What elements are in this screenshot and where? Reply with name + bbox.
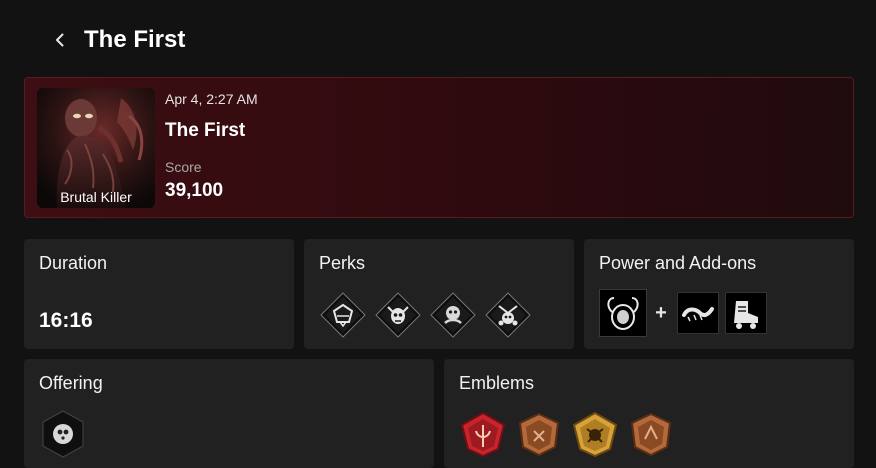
emblems-panel: Emblems bbox=[444, 359, 854, 468]
perk-icon[interactable] bbox=[429, 291, 477, 339]
emblem-iridescent-icon[interactable] bbox=[458, 409, 508, 459]
header: The First bbox=[48, 22, 185, 58]
perks-panel: Perks bbox=[304, 239, 574, 349]
emblems-title: Emblems bbox=[459, 373, 535, 393]
addon-icon[interactable] bbox=[677, 292, 719, 334]
addon-icon[interactable] bbox=[725, 292, 767, 334]
plus-sign: + bbox=[655, 301, 667, 324]
emblem-bronze-icon[interactable] bbox=[626, 409, 676, 459]
score-value: 39,100 bbox=[165, 180, 224, 201]
duration-panel: Duration 16:16 bbox=[24, 239, 294, 349]
emblem-list bbox=[458, 409, 676, 459]
emblem-gold-icon[interactable] bbox=[570, 409, 620, 459]
power-addons-title: Power and Add-ons bbox=[599, 253, 757, 273]
score-label: Score bbox=[165, 159, 202, 175]
match-date: Apr 4, 2:27 AM bbox=[165, 91, 258, 107]
offering-icon[interactable] bbox=[40, 409, 86, 459]
power-icon[interactable] bbox=[599, 289, 647, 337]
killer-portrait: Brutal Killer bbox=[37, 88, 155, 208]
duration-value: 16:16 bbox=[39, 309, 93, 332]
match-summary-card: Brutal Killer Apr 4, 2:27 AM The First S… bbox=[24, 77, 854, 218]
perk-icon[interactable] bbox=[319, 291, 367, 339]
chevron-left-icon[interactable] bbox=[52, 32, 68, 48]
portrait-caption: Brutal Killer bbox=[60, 189, 132, 205]
offering-title: Offering bbox=[39, 373, 103, 393]
perk-icon[interactable] bbox=[374, 291, 422, 339]
match-name: The First bbox=[165, 120, 246, 141]
perk-list bbox=[319, 291, 532, 339]
power-addon-list: + bbox=[599, 289, 767, 337]
power-addons-panel: Power and Add-ons + bbox=[584, 239, 854, 349]
perk-icon[interactable] bbox=[484, 291, 532, 339]
back-button[interactable] bbox=[48, 28, 72, 52]
page-title: The First bbox=[84, 26, 186, 53]
duration-title: Duration bbox=[39, 253, 108, 273]
emblem-bronze-icon[interactable] bbox=[514, 409, 564, 459]
offering-panel: Offering bbox=[24, 359, 434, 468]
perks-title: Perks bbox=[319, 253, 366, 273]
